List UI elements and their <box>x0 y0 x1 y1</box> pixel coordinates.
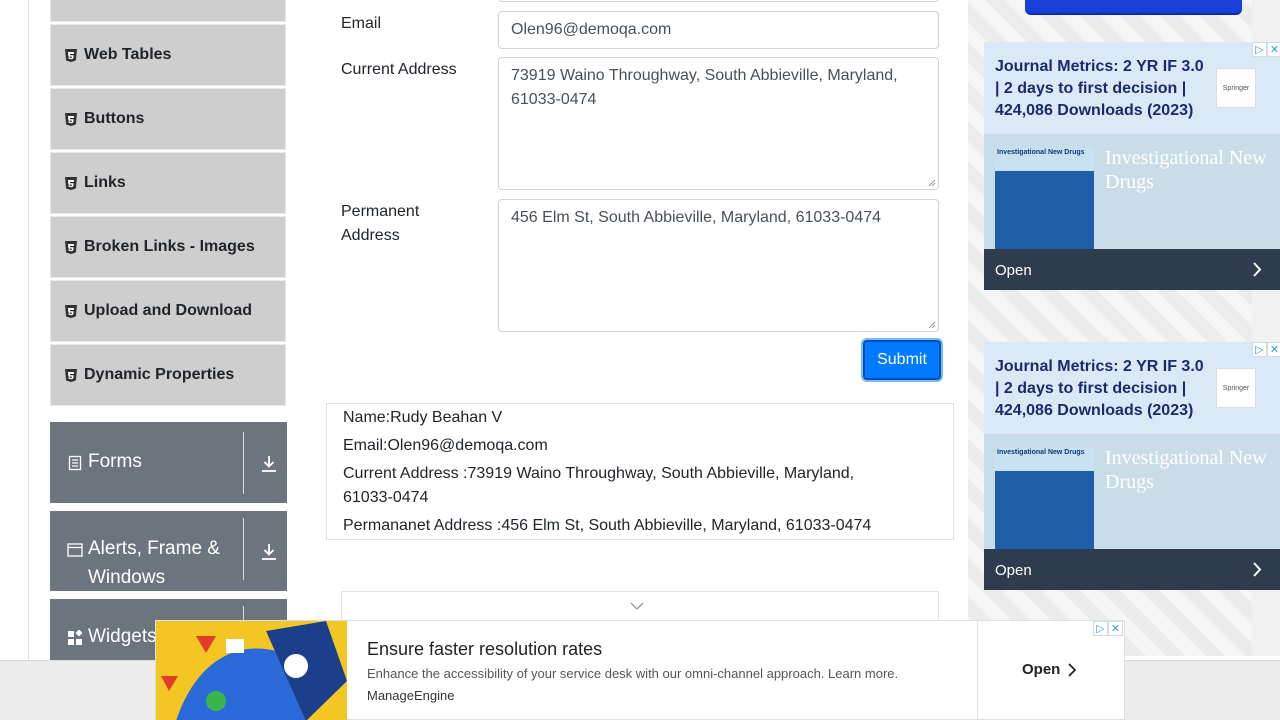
chevron-right-icon <box>1253 262 1262 277</box>
journal-name: Investigational New Drugs <box>1105 147 1267 193</box>
output-email: Email:Olen96@demoqa.com <box>343 437 548 454</box>
sidebar-item-broken-links[interactable]: Broken Links - Images <box>50 216 286 278</box>
sidebar-item-dynamic-properties[interactable]: Dynamic Properties <box>50 344 286 406</box>
ad-open-bar[interactable]: Open <box>984 249 1280 290</box>
sidebar-item-label: Buttons <box>84 110 145 127</box>
permanent-address-label: Permanent Address <box>341 200 419 248</box>
adchoices-icon[interactable]: ▷ <box>1252 342 1267 357</box>
adchoices-icon[interactable]: ▷ <box>1252 42 1267 57</box>
output-panel: Name:Rudy Beahan V Email:Olen96@demoqa.c… <box>326 403 954 540</box>
banner-art-icon <box>156 621 347 720</box>
group-divider <box>243 432 244 494</box>
current-address-label: Current Address <box>341 61 457 78</box>
ad-choices[interactable]: ▷ ✕ <box>1252 342 1280 357</box>
ad-top-button[interactable] <box>1025 0 1242 13</box>
email-label: Email <box>341 15 382 32</box>
download-icon[interactable] <box>261 455 277 473</box>
close-icon[interactable]: ✕ <box>1267 342 1280 357</box>
current-address-field[interactable]: 73919 Waino Throughway, South Abbieville… <box>498 57 939 190</box>
sidebar-group-alerts[interactable]: Alerts, Frame & Windows <box>50 511 287 591</box>
sidebar-item-buttons[interactable]: Buttons <box>50 88 286 150</box>
ad-title: Journal Metrics: 2 YR IF 3.0 | 2 days to… <box>995 358 1204 419</box>
banner-description: Enhance the accessibility of your servic… <box>367 666 899 681</box>
html5-icon <box>65 368 77 382</box>
sidebar-group-label: Alerts, Frame & <box>88 538 220 559</box>
document-icon <box>68 455 82 471</box>
sidebar-item-label: Web Tables <box>84 46 172 63</box>
sidebar-group-forms[interactable]: Forms <box>50 422 287 503</box>
ad-open-label: Open <box>995 562 1032 579</box>
chevron-right-icon <box>1253 562 1262 577</box>
sidebar-item-previous[interactable] <box>50 0 286 22</box>
springer-logo: Springer <box>1216 68 1256 108</box>
sidebar-group-label: Forms <box>88 451 142 472</box>
sidebar-group-label-line2: Windows <box>88 567 166 588</box>
resize-grip-icon[interactable] <box>928 179 936 187</box>
adchoices-icon[interactable]: ▷ <box>1093 621 1108 636</box>
ad-title: Journal Metrics: 2 YR IF 3.0 | 2 days to… <box>995 58 1204 119</box>
sidebar-item-web-tables[interactable]: Web Tables <box>50 24 286 86</box>
permanent-label-line2: Address <box>341 227 400 244</box>
html5-icon <box>65 112 77 126</box>
permanent-label-line1: Permanent <box>341 203 420 220</box>
download-icon[interactable] <box>261 543 277 561</box>
output-name: Name:Rudy Beahan V <box>343 409 503 426</box>
side-ad-2[interactable]: Journal Metrics: 2 YR IF 3.0 | 2 days to… <box>984 342 1280 590</box>
springer-logo: Springer <box>1216 368 1256 408</box>
sidebar-item-label: Upload and Download <box>84 302 252 319</box>
html5-icon <box>65 48 77 62</box>
permanent-address-field[interactable]: 456 Elm St, South Abbieville, Maryland, … <box>498 199 939 332</box>
close-icon[interactable]: ✕ <box>1108 621 1123 636</box>
html5-icon <box>65 304 77 318</box>
banner-ad-choices[interactable]: ▷ ✕ <box>1093 621 1123 636</box>
sidebar-item-label: Links <box>84 174 126 191</box>
resize-grip-icon[interactable] <box>928 321 936 329</box>
ad-open-label: Open <box>995 262 1032 279</box>
sidebar-item-upload-download[interactable]: Upload and Download <box>50 280 286 342</box>
banner-open-label: Open <box>1022 661 1061 678</box>
banner-divider <box>977 621 978 720</box>
journal-name: Investigational New Drugs <box>1105 447 1267 493</box>
banner-heading: Ensure faster resolution rates <box>367 639 603 659</box>
chevron-right-icon <box>1068 662 1077 677</box>
html5-icon <box>65 176 77 190</box>
html5-icon <box>65 240 77 254</box>
sidebar-item-label: Dynamic Properties <box>84 366 235 383</box>
email-field[interactable]: Olen96@demoqa.com <box>498 11 939 49</box>
current-address-value: 73919 Waino Throughway, South Abbieville… <box>511 67 898 108</box>
output-current-address: Current Address :73919 Waino Throughway,… <box>343 465 855 506</box>
page: Web Tables Buttons Links Broken Links - … <box>0 0 1280 720</box>
bottom-banner-ad[interactable]: Ensure faster resolution rates Enhance t… <box>155 620 1125 720</box>
ad-open-bar[interactable]: Open <box>984 549 1280 590</box>
ad-choices[interactable]: ▷ ✕ <box>1252 42 1280 57</box>
window-icon <box>67 543 83 557</box>
group-divider <box>243 518 244 580</box>
name-field[interactable] <box>498 0 939 2</box>
submit-button[interactable]: Submit <box>863 340 941 380</box>
side-ad-1[interactable]: Journal Metrics: 2 YR IF 3.0 | 2 days to… <box>984 42 1280 290</box>
chevron-down-icon[interactable] <box>630 602 644 611</box>
sidebar-group-label: Widgets <box>88 626 157 647</box>
grid-icon <box>68 630 83 645</box>
sidebar-item-label: Broken Links - Images <box>84 238 255 255</box>
sidebar-item-links[interactable]: Links <box>50 152 286 214</box>
left-rail-divider <box>28 0 29 660</box>
banner-open-button[interactable]: Open <box>1022 661 1077 678</box>
banner-illustration <box>156 621 347 720</box>
banner-brand: ManageEngine <box>367 688 455 703</box>
permanent-address-value: 456 Elm St, South Abbieville, Maryland, … <box>511 209 882 226</box>
output-permanent-address: Permananet Address :456 Elm St, South Ab… <box>343 517 872 534</box>
close-icon[interactable]: ✕ <box>1267 42 1280 57</box>
